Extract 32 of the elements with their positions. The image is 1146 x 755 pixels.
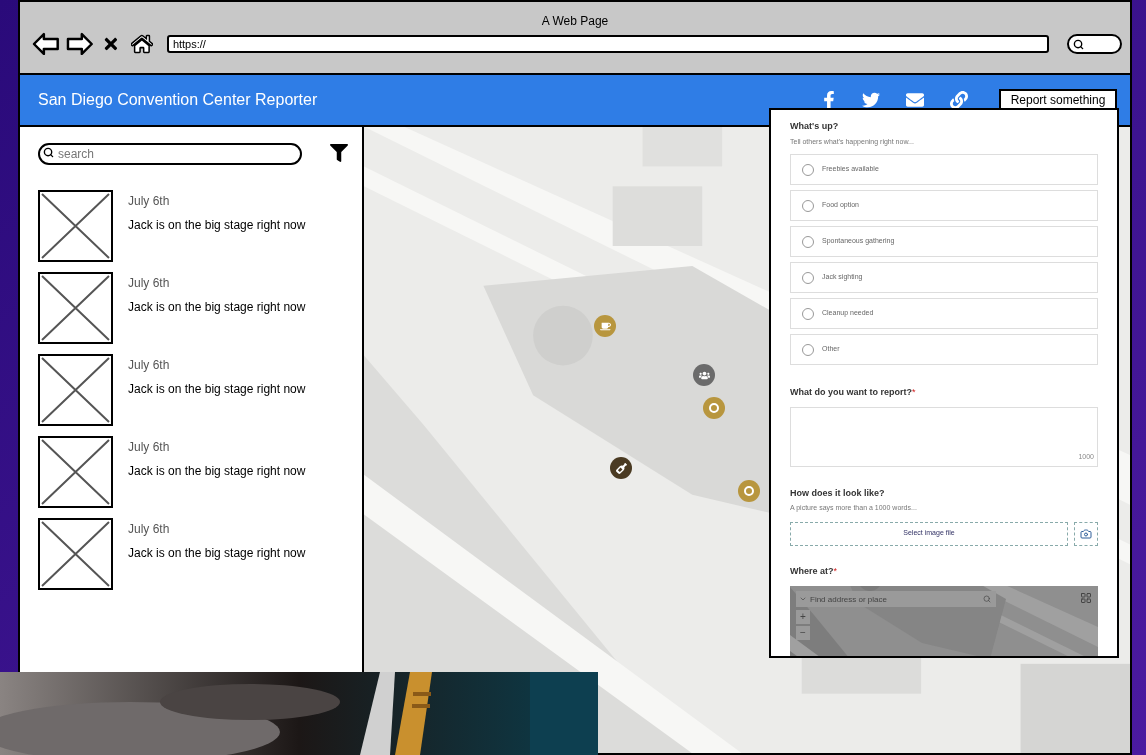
post-text: Jack is on the big stage right now xyxy=(128,545,306,562)
back-icon[interactable] xyxy=(32,32,60,56)
close-icon[interactable] xyxy=(103,35,120,53)
window-title: A Web Page xyxy=(541,13,609,30)
app-title: San Diego Convention Center Reporter xyxy=(38,90,318,110)
report-button[interactable]: Report something xyxy=(999,89,1117,111)
image-placeholder-icon xyxy=(38,272,113,344)
post-text: Jack is on the big stage right now xyxy=(128,299,306,316)
search-icon[interactable] xyxy=(1072,38,1084,50)
search-field[interactable]: search xyxy=(38,143,302,165)
image-placeholder-icon xyxy=(38,190,113,262)
image-placeholder-icon xyxy=(38,518,113,590)
post-date: July 6th xyxy=(128,439,171,456)
post-text: Jack is on the big stage right now xyxy=(128,381,306,398)
facebook-icon[interactable] xyxy=(821,91,837,109)
post-text: Jack is on the big stage right now xyxy=(128,463,306,480)
post-date: July 6th xyxy=(128,193,171,210)
search-icon xyxy=(43,147,54,158)
forward-icon[interactable] xyxy=(65,32,94,56)
post-date: July 6th xyxy=(128,357,171,374)
post-date: July 6th xyxy=(128,521,171,538)
link-icon[interactable] xyxy=(949,91,969,109)
mail-icon[interactable] xyxy=(905,91,925,109)
post-text: Jack is on the big stage right now xyxy=(128,217,306,234)
post-date: July 6th xyxy=(128,275,171,292)
twitter-icon[interactable] xyxy=(861,91,881,109)
home-icon[interactable] xyxy=(131,33,153,55)
image-placeholder-icon xyxy=(38,354,113,426)
search-field[interactable] xyxy=(1066,34,1122,54)
address-field[interactable]: https:// xyxy=(166,35,1049,53)
filter-icon[interactable] xyxy=(330,144,348,162)
image-placeholder-icon xyxy=(38,436,113,508)
